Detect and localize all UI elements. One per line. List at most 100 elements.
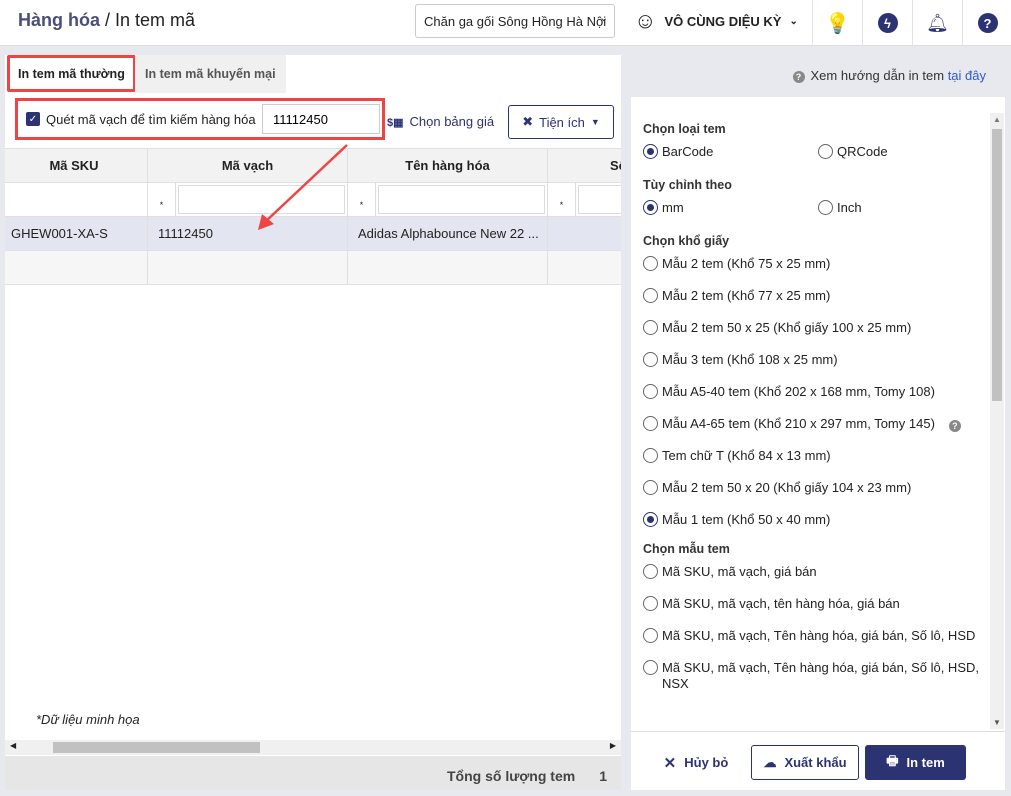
option-label: Mẫu 1 tem (Khổ 50 x 40 mm) [662,512,831,527]
radio-paper-size[interactable]: Mẫu A4-65 tem (Khổ 210 x 297 mm, Tomy 14… [643,416,993,448]
radio-unit[interactable]: mm [643,200,818,216]
radio-paper-size[interactable]: Mẫu 1 tem (Khổ 50 x 40 mm) [643,512,993,542]
radio-icon[interactable] [643,288,658,303]
notifications-button[interactable]: 🔔︎ [912,0,962,46]
radio-paper-size[interactable]: Tem chữ T (Khổ 84 x 13 mm) [643,448,993,480]
option-label: Mẫu 2 tem (Khổ 77 x 25 mm) [662,288,831,303]
filter-qty-input[interactable] [578,185,621,214]
radio-icon[interactable] [643,256,658,271]
horizontal-scrollbar[interactable]: ◀ ▶ [5,740,621,755]
radio-paper-size[interactable]: Mẫu 2 tem 50 x 20 (Khổ giấy 104 x 23 mm) [643,480,993,512]
cancel-label: Hủy bỏ [684,755,729,770]
spreadsheet-icon: $▦ [387,117,404,129]
radio-paper-size[interactable]: Mẫu A5-40 tem (Khổ 202 x 168 mm, Tomy 10… [643,384,993,416]
radio-icon[interactable] [643,628,658,643]
cancel-button[interactable]: ✕ Hủy bỏ [656,745,736,780]
export-label: Xuất khẩu [784,755,847,770]
radio-label-type[interactable]: BarCode [643,144,818,160]
radio-template[interactable]: Mã SKU, mã vạch, Tên hàng hóa, giá bán, … [643,660,993,692]
export-button[interactable]: ☁ Xuất khẩu [751,745,859,780]
cell-name: Adidas Alphabounce New 22 ... [347,216,548,251]
radio-unit[interactable]: Inch [818,200,993,216]
radio-icon[interactable] [643,448,658,463]
scan-checkbox[interactable]: ✓ [26,112,40,126]
filter-operator[interactable]: * [149,183,176,216]
guide-here-link[interactable]: tại đây [948,68,986,83]
radio-template[interactable]: Mã SKU, mã vạch, Tên hàng hóa, giá bán, … [643,628,993,660]
radio-icon[interactable] [643,320,658,335]
total-value: 1 [599,768,607,784]
radio-icon[interactable] [643,200,658,215]
breadcrumb-section[interactable]: Hàng hóa [18,10,100,30]
bulb-book-icon: 💡 [825,12,850,35]
chevron-down-icon: ⌄ [599,13,608,24]
col-sku[interactable]: Mã SKU [5,148,148,183]
radio-icon[interactable] [643,352,658,367]
radio-paper-size[interactable]: Mẫu 3 tem (Khổ 108 x 25 mm) [643,352,993,384]
option-label: Mẫu 2 tem (Khổ 75 x 25 mm) [662,256,831,271]
col-name[interactable]: Tên hàng hóa [347,148,548,183]
action-bar: ✕ Hủy bỏ ☁ Xuất khẩu 🖶 In tem [631,731,1005,790]
print-button[interactable]: 🖶 In tem [865,745,966,780]
tab-regular-labels[interactable]: In tem mã thường [7,55,136,92]
print-label: In tem [906,755,945,770]
radio-paper-size[interactable]: Mẫu 2 tem (Khổ 77 x 25 mm) [643,288,993,320]
filter-sku[interactable] [5,182,148,217]
price-list-button[interactable]: $▦ Chọn bảng giá [387,114,494,129]
help-icon: ? [977,13,998,33]
tab-bar: In tem mã thường In tem mã khuyến mại [5,55,621,93]
breadcrumb: Hàng hóa / In tem mã [18,10,195,31]
user-menu[interactable]: ☺ VÔ CÙNG DIỆU KỲ ⌄ [634,8,798,34]
radio-icon[interactable] [643,596,658,611]
section-title: Chọn mẫu tem [643,542,730,556]
radio-icon[interactable] [818,144,833,159]
radio-icon[interactable] [643,660,658,675]
help-icon[interactable]: ? [948,420,961,432]
radio-icon[interactable] [643,512,658,527]
scroll-up-icon[interactable]: ▲ [993,115,1001,124]
tab-promo-labels[interactable]: In tem mã khuyến mại [135,55,286,93]
scrollbar-thumb[interactable] [53,742,260,753]
radio-icon[interactable] [643,480,658,495]
radio-icon[interactable] [818,200,833,215]
radio-template[interactable]: Mã SKU, mã vạch, tên hàng hóa, giá bán [643,596,993,628]
guide-text: Xem hướng dẫn in tem [810,68,948,83]
store-name: Chăn ga gối Sông Hồng Hà Nội [424,14,607,29]
col-qty[interactable]: Số [547,148,621,183]
scroll-down-icon[interactable]: ▼ [993,718,1001,727]
whats-new-button[interactable]: 💡 [812,0,862,46]
help-button[interactable]: ? [962,0,1011,46]
printer-icon: 🖶 [886,752,899,768]
scroll-left-icon[interactable]: ◀ [10,741,16,750]
store-select[interactable]: Chăn ga gối Sông Hồng Hà Nội ⌄ [415,4,615,38]
radio-icon[interactable] [643,384,658,399]
options-content: Chọn loại tem BarCode QRCode Tùy chỉnh theo… [643,122,993,692]
radio-icon[interactable] [643,416,658,431]
option-label: mm [662,200,684,215]
barcode-input[interactable] [262,104,380,134]
top-header: Hàng hóa / In tem mã Chăn ga gối Sông Hồ… [0,0,1011,46]
messenger-button[interactable]: ϟ [862,0,912,46]
scroll-right-icon[interactable]: ▶ [610,741,616,750]
help-icon: ? [792,71,805,83]
scrollbar-thumb[interactable] [992,129,1002,401]
radio-icon[interactable] [643,564,658,579]
radio-paper-size[interactable]: Mẫu 2 tem (Khổ 75 x 25 mm) [643,256,993,288]
messenger-icon: ϟ [877,13,898,33]
option-label: Mã SKU, mã vạch, giá bán [662,564,817,579]
filter-operator[interactable]: * [549,183,576,216]
radio-icon[interactable] [643,144,658,159]
radio-label-type[interactable]: QRCode [818,144,993,160]
cell-qty[interactable] [547,216,621,251]
filter-name-input[interactable] [378,185,545,214]
vertical-scrollbar[interactable]: ▲ ▼ [990,113,1004,729]
utilities-button[interactable]: ✖ Tiện ích ▼ [508,105,614,139]
radio-template[interactable]: Mã SKU, mã vạch, giá bán [643,564,993,596]
utilities-label: Tiện ích [539,114,585,130]
option-label: Mẫu A5-40 tem (Khổ 202 x 168 mm, Tomy 10… [662,384,935,399]
option-label: Tem chữ T (Khổ 84 x 13 mm) [662,448,831,463]
price-list-label: Chọn bảng giá [409,114,495,129]
option-label: BarCode [662,144,714,159]
scan-label: Quét mã vạch để tìm kiếm hàng hóa [46,111,256,127]
radio-paper-size[interactable]: Mẫu 2 tem 50 x 25 (Khổ giấy 100 x 25 mm) [643,320,993,352]
